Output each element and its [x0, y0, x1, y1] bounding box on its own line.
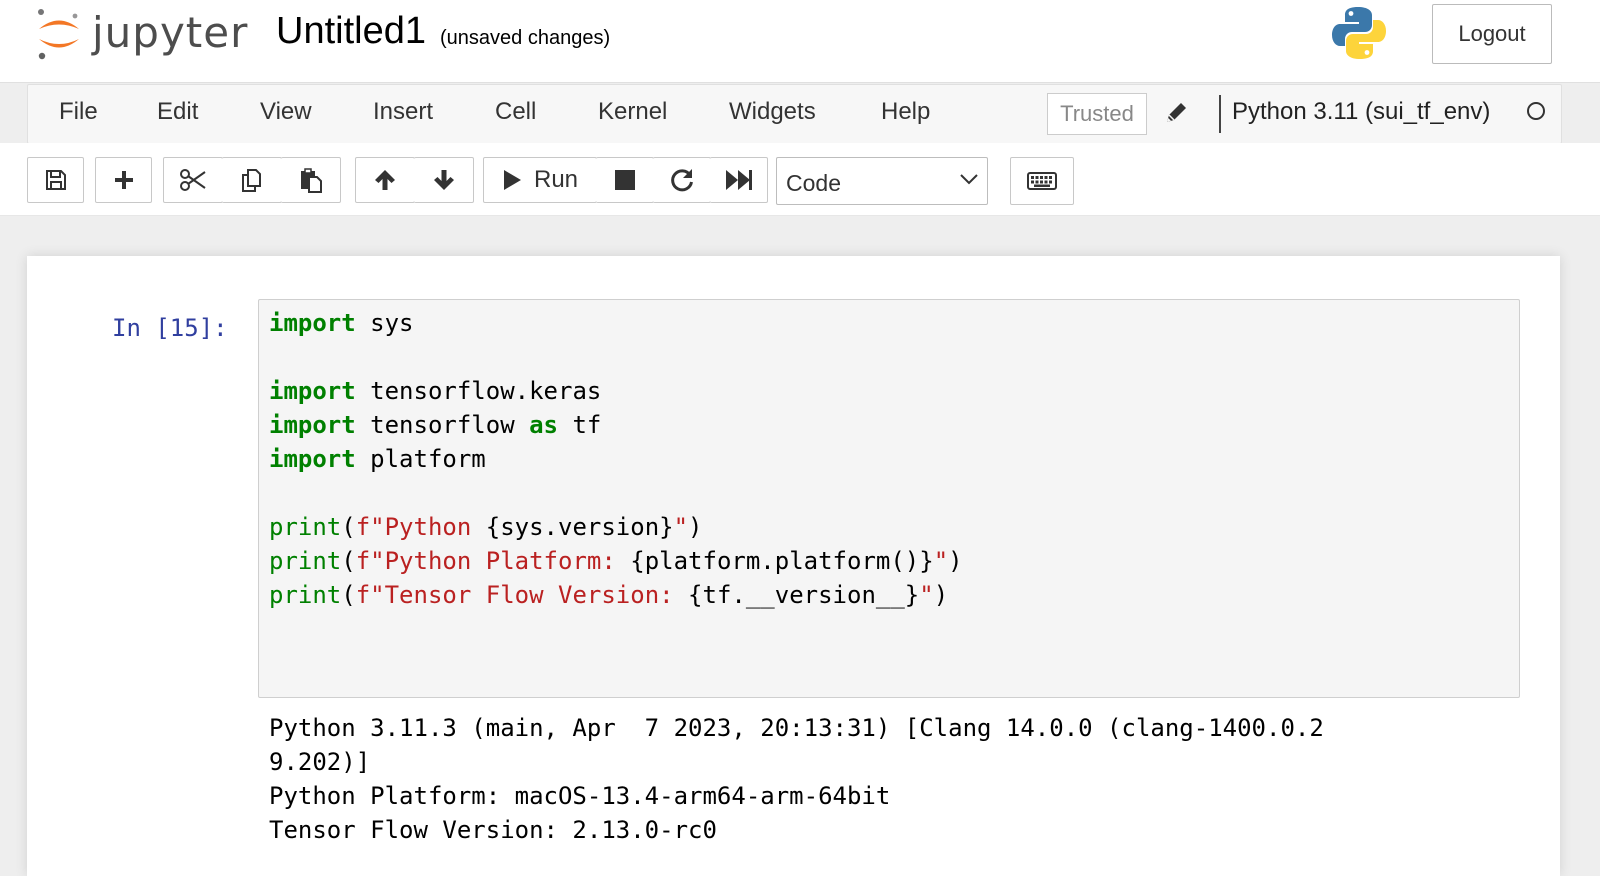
menu-cell[interactable]: Cell — [495, 98, 536, 126]
header: jupyter Untitled1 (unsaved changes) Logo… — [0, 0, 1600, 83]
code-line: import tensorflow.keras — [269, 377, 601, 405]
restart-button[interactable] — [653, 157, 711, 203]
menu-widgets[interactable]: Widgets — [729, 98, 816, 126]
input-prompt: In [15]: — [112, 314, 228, 342]
code-token: ) — [933, 581, 949, 609]
code-token: ) — [688, 513, 703, 541]
menu-view[interactable]: View — [260, 98, 312, 126]
code-token: sys — [355, 309, 414, 337]
code-token: import — [269, 445, 356, 473]
restart-icon — [670, 169, 693, 192]
code-token: {tf.__version__} — [688, 581, 920, 609]
output-line: Tensor Flow Version: 2.13.0-rc0 — [269, 816, 717, 844]
code-line: print(f"Python {sys.version}") — [269, 513, 703, 541]
output-line: 9.202)] — [269, 748, 371, 776]
menu-insert[interactable]: Insert — [373, 98, 433, 126]
paste-button[interactable] — [281, 157, 341, 203]
code-token: tf — [558, 411, 602, 439]
pencil-icon[interactable] — [1164, 99, 1190, 125]
chevron-down-icon — [960, 174, 978, 185]
move-down-button[interactable] — [414, 157, 474, 203]
command-palette-button[interactable] — [1010, 157, 1074, 205]
kernel-name[interactable]: Python 3.11 (sui_tf_env) — [1232, 98, 1490, 126]
scissors-icon — [180, 169, 206, 191]
code-line: import platform — [269, 445, 486, 473]
copy-icon — [241, 169, 261, 192]
plus-icon — [114, 171, 133, 189]
jupyter-logo-icon — [38, 9, 79, 60]
code-token: {platform.platform()} — [630, 547, 934, 575]
code-line: print(f"Python Platform: {platform.platf… — [269, 547, 963, 575]
code-token: import — [269, 309, 356, 337]
code-token: " — [673, 513, 689, 541]
jupyter-logo[interactable]: jupyter — [34, 6, 264, 62]
save-icon — [45, 170, 66, 190]
keyboard-icon — [1027, 172, 1057, 190]
python-logo-icon — [1332, 7, 1386, 59]
code-token: {sys.version} — [485, 513, 674, 541]
copy-button[interactable] — [222, 157, 282, 203]
cut-button[interactable] — [163, 157, 223, 203]
menu-edit[interactable]: Edit — [157, 98, 198, 126]
code-token: f"Tensor Flow Version: — [355, 581, 689, 609]
code-line: import tensorflow as tf — [269, 411, 601, 439]
menu-file[interactable]: File — [59, 98, 98, 126]
code-token: " — [933, 547, 949, 575]
arrow-up-icon — [375, 170, 395, 190]
code-token: print — [269, 547, 342, 575]
save-button[interactable] — [27, 157, 84, 203]
menu-kernel[interactable]: Kernel — [598, 98, 667, 126]
interrupt-button[interactable] — [596, 157, 654, 203]
code-token: print — [269, 513, 342, 541]
code-token: tensorflow.keras — [355, 377, 602, 405]
move-up-button[interactable] — [355, 157, 415, 203]
run-button[interactable]: Run — [483, 157, 597, 203]
paste-icon — [300, 168, 322, 193]
cell-type-value: Code — [786, 170, 841, 196]
jupyter-wordmark: jupyter — [92, 8, 249, 57]
code-token: ) — [948, 547, 963, 575]
code-token: " — [919, 581, 934, 609]
play-icon — [503, 170, 521, 190]
arrow-down-icon — [433, 170, 454, 190]
logout-button[interactable]: Logout — [1432, 4, 1552, 64]
code-line: import sys — [269, 309, 414, 337]
restart-run-all-button[interactable] — [710, 157, 768, 203]
notebook-title[interactable]: Untitled1 — [276, 10, 426, 53]
code-token: platform — [355, 445, 486, 473]
code-token: ( — [341, 513, 356, 541]
code-token: f"Python Platform: — [355, 547, 631, 575]
output-line: Python Platform: macOS-13.4-arm64-arm-64… — [269, 782, 891, 810]
trusted-badge[interactable]: Trusted — [1047, 93, 1147, 135]
kernel-separator — [1219, 95, 1221, 133]
menu-help[interactable]: Help — [881, 98, 930, 126]
fast-forward-icon — [725, 170, 752, 190]
kernel-idle-icon — [1527, 102, 1545, 120]
code-token: import — [269, 411, 356, 439]
code-token: as — [529, 411, 558, 439]
run-label: Run — [533, 166, 579, 193]
code-token: tensorflow — [355, 411, 530, 439]
stop-icon — [614, 170, 635, 190]
cell-type-select[interactable]: Code — [776, 157, 988, 205]
code-cell-editor[interactable] — [258, 299, 1520, 698]
save-status: (unsaved changes) — [440, 27, 611, 49]
code-token: ( — [341, 581, 356, 609]
menubar: File Edit View Insert Cell Kernel Widget… — [27, 84, 1562, 144]
code-line: print(f"Tensor Flow Version: {tf.__versi… — [269, 581, 948, 609]
output-line: Python 3.11.3 (main, Apr 7 2023, 20:13:3… — [269, 714, 1324, 742]
code-token: f"Python — [355, 513, 486, 541]
insert-cell-button[interactable] — [95, 157, 152, 203]
code-token: ( — [341, 547, 356, 575]
code-token: print — [269, 581, 342, 609]
code-token: import — [269, 377, 356, 405]
